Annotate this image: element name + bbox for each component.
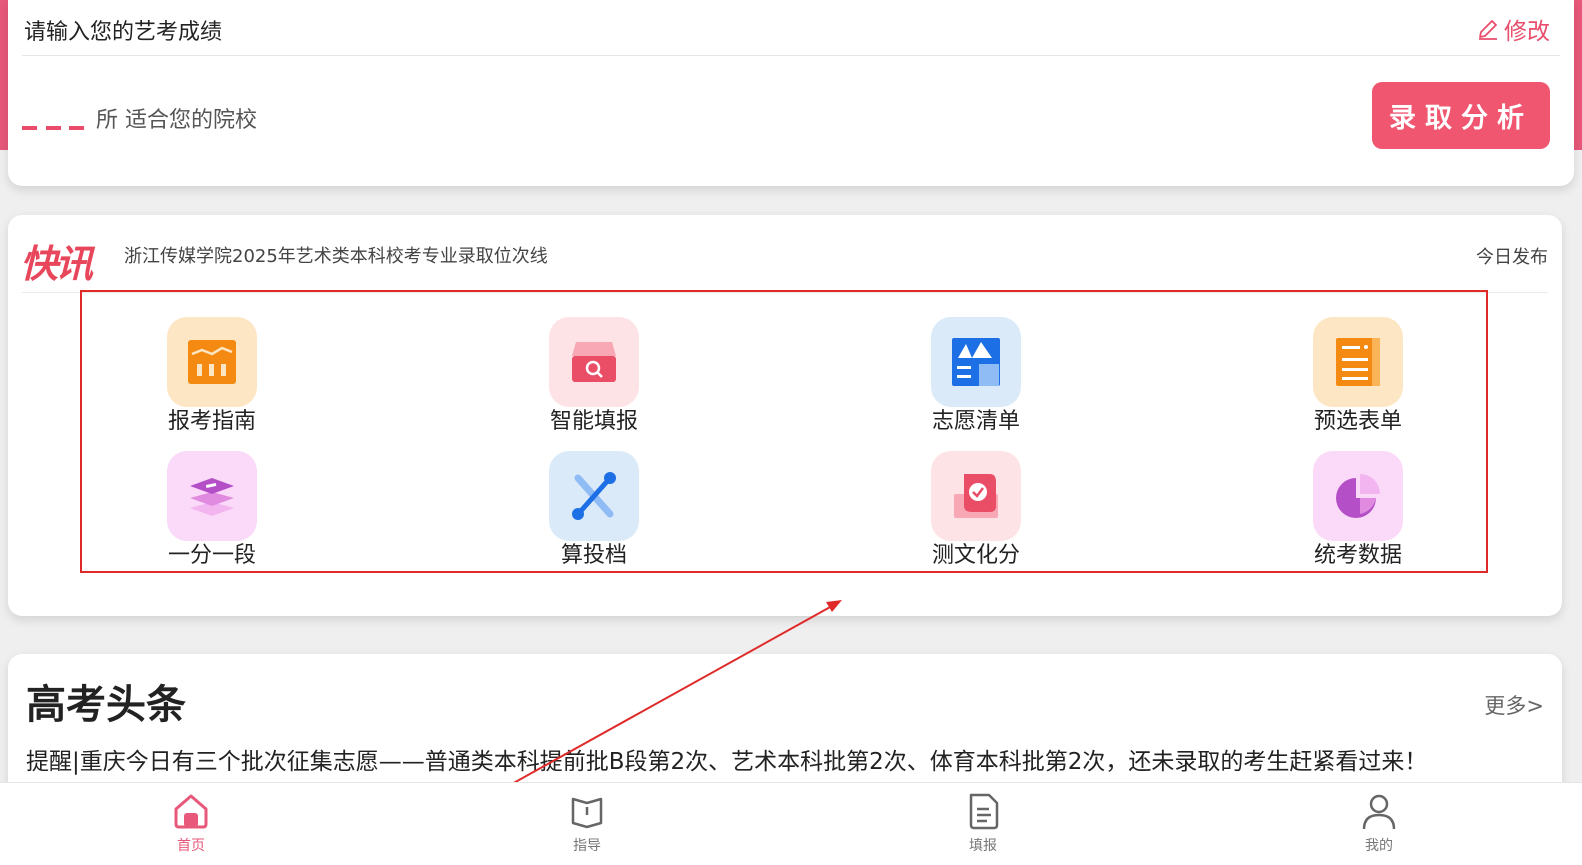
headline-item[interactable]: 提醒|重庆今日有三个批次征集志愿——普通类本科提前批B段第2次、艺术本科批第2次… bbox=[26, 742, 1427, 776]
news-date: 今日发布 bbox=[1476, 247, 1548, 268]
nav-home[interactable]: 首页 bbox=[146, 791, 236, 855]
score-segment-layers-icon bbox=[167, 451, 257, 541]
school-count-placeholder bbox=[22, 116, 84, 130]
user-icon bbox=[1362, 794, 1396, 830]
nav-fill[interactable]: 填报 bbox=[938, 791, 1028, 855]
preselect-form-icon bbox=[1313, 317, 1403, 407]
nav-label: 指导 bbox=[573, 838, 601, 854]
pencil-icon bbox=[1479, 20, 1497, 40]
news-flash-logo: 快讯 bbox=[20, 242, 93, 286]
culture-score-shield-icon bbox=[931, 451, 1021, 541]
feature-label: 预选表单 bbox=[1313, 409, 1402, 434]
feature-calculate[interactable]: 算投档 bbox=[524, 451, 664, 571]
wishlist-icon bbox=[931, 317, 1021, 407]
edit-label: 修改 bbox=[1504, 19, 1550, 45]
bottom-navigation: 首页 指导 填报 我的 bbox=[0, 782, 1582, 865]
feature-label: 算投档 bbox=[560, 543, 627, 568]
smart-fill-search-icon bbox=[549, 317, 639, 407]
nav-profile[interactable]: 我的 bbox=[1334, 791, 1424, 855]
score-input-prompt[interactable]: 请输入您的艺考成绩 bbox=[24, 14, 222, 46]
feature-culture-score[interactable]: 测文化分 bbox=[906, 451, 1046, 571]
feature-label: 统考数据 bbox=[1313, 543, 1402, 568]
guide-chart-icon bbox=[167, 317, 257, 407]
feature-label: 智能填报 bbox=[549, 409, 638, 434]
feature-preselect-form[interactable]: 预选表单 bbox=[1288, 317, 1428, 437]
feature-label: 测文化分 bbox=[931, 543, 1020, 568]
feature-label: 一分一段 bbox=[167, 543, 256, 568]
book-icon bbox=[571, 797, 603, 829]
document-icon bbox=[969, 793, 999, 830]
nav-label: 我的 bbox=[1365, 838, 1393, 854]
feature-grid-highlight bbox=[80, 290, 1488, 573]
headlines-title: 高考头条 bbox=[26, 682, 186, 728]
feature-score-segment[interactable]: 一分一段 bbox=[142, 451, 282, 571]
feature-label: 志愿清单 bbox=[931, 409, 1020, 434]
more-link[interactable]: 更多> bbox=[1484, 690, 1544, 720]
suitable-schools-text: 所 适合您的院校 bbox=[96, 108, 257, 133]
nav-guide[interactable]: 指导 bbox=[542, 791, 632, 855]
admission-analysis-button[interactable]: 录取分析 bbox=[1372, 82, 1550, 149]
divider bbox=[22, 55, 1560, 56]
statistics-pie-icon bbox=[1313, 451, 1403, 541]
calculate-tools-icon bbox=[549, 451, 639, 541]
score-card: 请输入您的艺考成绩 修改 所 适合您的院校 录取分析 bbox=[8, 0, 1574, 186]
feature-card: 快讯 浙江传媒学院2025年艺术类本科校考专业录取位次线 今日发布 报考指南 智… bbox=[8, 215, 1562, 616]
feature-smart-fill[interactable]: 智能填报 bbox=[524, 317, 664, 437]
nav-label: 首页 bbox=[177, 838, 205, 854]
news-headline[interactable]: 浙江传媒学院2025年艺术类本科校考专业录取位次线 bbox=[124, 242, 548, 268]
feature-guide[interactable]: 报考指南 bbox=[142, 317, 282, 437]
feature-label: 报考指南 bbox=[167, 409, 256, 434]
home-icon bbox=[174, 794, 208, 829]
edit-button[interactable]: 修改 bbox=[1476, 12, 1550, 46]
feature-wishlist[interactable]: 志愿清单 bbox=[906, 317, 1046, 437]
nav-label: 填报 bbox=[969, 838, 997, 854]
feature-statistics[interactable]: 统考数据 bbox=[1288, 451, 1428, 571]
